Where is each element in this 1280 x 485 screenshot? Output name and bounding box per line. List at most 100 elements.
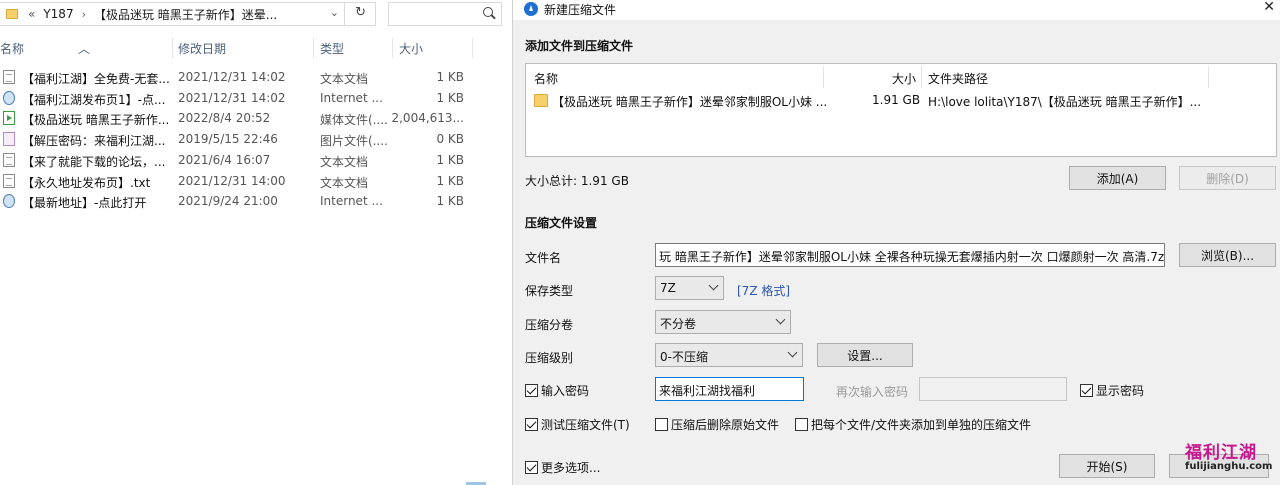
more-options-checkbox[interactable]: 更多选项... bbox=[525, 459, 600, 476]
file-type: Internet ... bbox=[320, 194, 383, 208]
internet-shortcut-icon bbox=[3, 91, 15, 105]
file-size: 1 KB bbox=[436, 70, 464, 84]
checkbox-checked-icon[interactable] bbox=[525, 384, 538, 397]
breadcrumb-y187[interactable]: Y187 bbox=[43, 7, 73, 21]
refresh-icon[interactable]: ↻ bbox=[355, 5, 366, 20]
file-date: 2021/12/31 14:02 bbox=[178, 70, 286, 84]
chevron-down-icon bbox=[775, 314, 786, 325]
window-title: 新建压缩文件 bbox=[544, 3, 617, 17]
file-list[interactable]: 名称 大小 文件夹路径 【极品迷玩 暗黑王子新作】迷晕邻家制服OL小妹 ... … bbox=[525, 63, 1277, 157]
delete-after-checkbox[interactable]: 压缩后删除原始文件 bbox=[655, 416, 779, 433]
delete-button[interactable]: 删除(D) bbox=[1179, 166, 1276, 190]
title-bar[interactable]: 新建压缩文件 ✕ bbox=[513, 0, 1280, 20]
file-name: 【解压密码：来福利江湖... bbox=[22, 134, 166, 148]
column-header-type[interactable]: 类型 bbox=[320, 40, 344, 57]
list-header-path[interactable]: 文件夹路径 bbox=[928, 70, 988, 87]
file-type: 媒体文件(.... bbox=[320, 113, 388, 127]
file-row[interactable]: 【来了就能下载的论坛，... 2021/6/4 16:07 文本文档 1 KB bbox=[0, 150, 512, 170]
column-header-size[interactable]: 大小 bbox=[399, 40, 423, 57]
save-type-value: 7Z bbox=[660, 281, 676, 295]
filename-field[interactable]: 玩 暗黑王子新作】迷晕邻家制服OL小妹 全裸各种玩操无套爆插内射一次 口爆颜射一… bbox=[655, 243, 1165, 267]
file-date: 2019/5/15 22:46 bbox=[178, 132, 278, 146]
more-options-label: 更多选项... bbox=[541, 461, 601, 475]
address-bar[interactable]: « Y187 › 【极品迷玩 暗黑王子新作】迷晕... ⌄ ↻ bbox=[0, 2, 376, 26]
total-size: 大小总计: 1.91 GB bbox=[525, 174, 629, 188]
sort-caret-icon: ︿ bbox=[78, 42, 91, 56]
breadcrumb-separator[interactable]: › bbox=[82, 8, 86, 21]
show-password-checkbox[interactable]: 显示密码 bbox=[1080, 382, 1144, 399]
list-header-size[interactable]: 大小 bbox=[892, 70, 916, 87]
image-file-icon bbox=[3, 132, 15, 146]
video-file-icon bbox=[3, 111, 15, 125]
separate-archives-checkbox[interactable]: 把每个文件/文件夹添加到单独的压缩文件 bbox=[795, 416, 1031, 433]
checkbox-checked-icon[interactable] bbox=[525, 461, 538, 474]
text-file-icon bbox=[3, 174, 15, 188]
list-item-path: H:\love lolita\Y187\【极品迷玩 暗黑王子新作】... bbox=[928, 95, 1202, 109]
chevron-down-icon[interactable]: ⌄ bbox=[330, 6, 339, 19]
app-icon bbox=[524, 2, 538, 16]
column-divider[interactable] bbox=[823, 66, 824, 88]
settings-button[interactable]: 设置... bbox=[817, 343, 913, 367]
file-row[interactable]: 【福利江湖】全免费-无套... 2021/12/31 14:02 文本文档 1 … bbox=[0, 67, 512, 87]
level-label: 压缩级别 bbox=[525, 351, 574, 365]
search-icon[interactable] bbox=[483, 7, 493, 17]
file-row[interactable]: 【永久地址发布页】.txt 2021/12/31 14:00 文本文档 1 KB bbox=[0, 171, 512, 191]
separate-archives-label: 把每个文件/文件夹添加到单独的压缩文件 bbox=[811, 418, 1032, 432]
test-archive-checkbox[interactable]: 测试压缩文件(T) bbox=[525, 416, 630, 433]
column-divider[interactable] bbox=[172, 38, 173, 58]
search-input[interactable] bbox=[388, 2, 502, 26]
file-row[interactable]: 【解压密码：来福利江湖... 2019/5/15 22:46 图片文件(....… bbox=[0, 129, 512, 149]
close-icon[interactable]: ✕ bbox=[1263, 0, 1275, 15]
file-date: 2021/12/31 14:02 bbox=[178, 91, 286, 105]
list-item-name[interactable]: 【极品迷玩 暗黑王子新作】迷晕邻家制服OL小妹 ... bbox=[552, 93, 827, 110]
format-link[interactable]: [7Z 格式] bbox=[737, 282, 790, 299]
file-type: 图片文件(.... bbox=[320, 134, 388, 148]
file-type: 文本文档 bbox=[320, 176, 369, 190]
file-name: 【永久地址发布页】.txt bbox=[22, 176, 151, 190]
file-name: 【福利江湖发布页1】-点... bbox=[22, 93, 166, 107]
show-password-label: 显示密码 bbox=[1096, 384, 1145, 398]
file-type: 文本文档 bbox=[320, 155, 369, 169]
filename-label: 文件名 bbox=[525, 251, 562, 265]
delete-after-label: 压缩后删除原始文件 bbox=[671, 418, 780, 432]
password-field[interactable]: 来福利江湖找福利 bbox=[655, 377, 804, 401]
split-select[interactable]: 不分卷 bbox=[655, 310, 791, 334]
file-row[interactable]: 【极品迷玩 暗黑王子新作... 2022/8/4 20:52 媒体文件(....… bbox=[0, 108, 512, 128]
save-type-select[interactable]: 7Z bbox=[655, 276, 724, 300]
file-date: 2022/8/4 20:52 bbox=[178, 111, 271, 125]
password-checkbox[interactable]: 输入密码 bbox=[525, 382, 589, 399]
column-divider[interactable] bbox=[313, 38, 314, 58]
file-row[interactable]: 【福利江湖发布页1】-点... 2021/12/31 14:02 Interne… bbox=[0, 88, 512, 108]
archive-settings-heading: 压缩文件设置 bbox=[525, 216, 598, 230]
list-header-name[interactable]: 名称 bbox=[534, 70, 558, 87]
list-item-size: 1.91 GB bbox=[872, 93, 921, 107]
file-row[interactable]: 【最新地址】-点此打开 2021/9/24 21:00 Internet ...… bbox=[0, 191, 512, 211]
reenter-password-field[interactable] bbox=[919, 377, 1067, 401]
checkbox-checked-icon[interactable] bbox=[1080, 384, 1093, 397]
split-label: 压缩分卷 bbox=[525, 318, 574, 332]
compression-level-select[interactable]: 0-不压缩 bbox=[655, 343, 803, 367]
address-overflow-chevron[interactable]: « bbox=[28, 7, 35, 21]
column-divider[interactable] bbox=[472, 38, 473, 58]
checkbox-unchecked-icon[interactable] bbox=[795, 418, 808, 431]
file-name: 【福利江湖】全免费-无套... bbox=[22, 72, 170, 86]
column-divider[interactable] bbox=[392, 38, 393, 58]
breadcrumb-current-folder[interactable]: 【极品迷玩 暗黑王子新作】迷晕... bbox=[94, 6, 277, 23]
level-value: 0-不压缩 bbox=[660, 350, 708, 364]
file-date: 2021/6/4 16:07 bbox=[178, 153, 271, 167]
column-header-date[interactable]: 修改日期 bbox=[178, 40, 226, 57]
column-header-name[interactable]: 名称 bbox=[0, 40, 24, 57]
file-date: 2021/12/31 14:00 bbox=[178, 174, 286, 188]
add-button[interactable]: 添加(A) bbox=[1069, 166, 1166, 190]
column-divider[interactable] bbox=[921, 66, 922, 88]
file-size: 1 KB bbox=[436, 91, 464, 105]
checkbox-unchecked-icon[interactable] bbox=[655, 418, 668, 431]
browse-button[interactable]: 浏览(B)... bbox=[1179, 243, 1276, 267]
folder-icon bbox=[6, 9, 18, 19]
test-archive-label: 测试压缩文件(T) bbox=[541, 418, 630, 432]
text-file-icon bbox=[3, 70, 15, 84]
checkbox-checked-icon[interactable] bbox=[525, 418, 538, 431]
start-button[interactable]: 开始(S) bbox=[1059, 454, 1155, 478]
reenter-password-label: 再次输入密码 bbox=[836, 385, 909, 399]
column-divider[interactable] bbox=[1208, 66, 1209, 88]
